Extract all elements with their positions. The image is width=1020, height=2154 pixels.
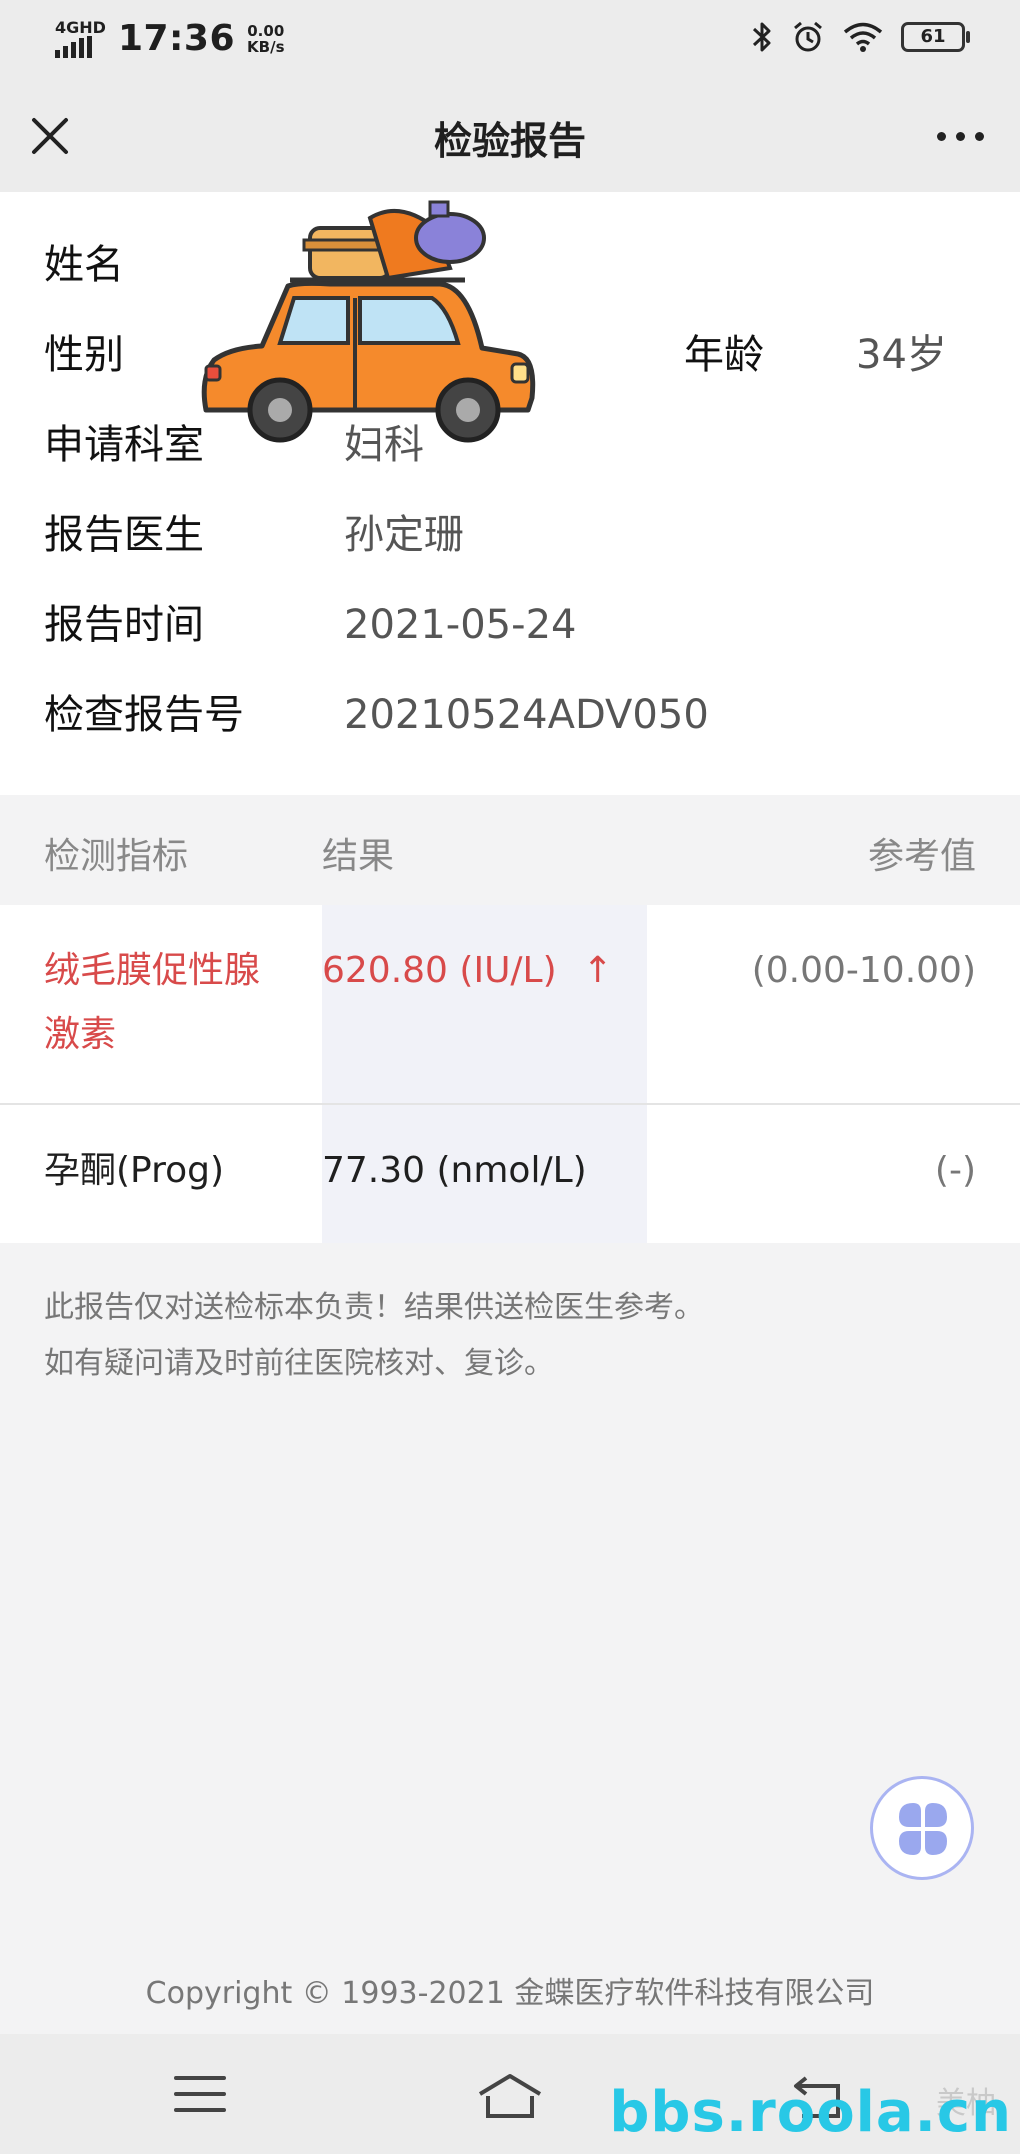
report-time-label: 报告时间 (44, 602, 204, 648)
gender-label: 性别 (44, 332, 124, 378)
nav-bar: 检验报告 (0, 80, 1020, 192)
indicator-name: 绒毛膜促性腺激素 (44, 950, 261, 1055)
high-arrow-icon: ↑ (582, 950, 613, 991)
signal-indicator: 4GHD (55, 17, 106, 58)
report-number-value: 20210524ADV050 (344, 692, 709, 738)
reference-value: (0.00-10.00) (751, 950, 976, 991)
header-indicator: 检测指标 (44, 836, 189, 877)
age-value: 34岁 (856, 332, 947, 378)
result-value: 77.30 (nmol/L) (322, 1139, 587, 1203)
reference-value: (-) (934, 1150, 976, 1191)
header-result: 结果 (322, 836, 395, 877)
speed-value: 0.00 (247, 21, 285, 40)
doctor-value: 孙定珊 (344, 512, 464, 558)
menu-icon[interactable] (174, 2072, 226, 2116)
signal-bars-icon (55, 35, 106, 58)
bluetooth-icon (752, 22, 771, 52)
report-number-label: 检查报告号 (44, 692, 244, 738)
doctor-label: 报告医生 (44, 512, 204, 558)
department-label: 申请科室 (44, 422, 204, 468)
note-line: 此报告仅对送检标本负责！结果供送检医生参考。 (44, 1290, 704, 1325)
report-time-value: 2021-05-24 (344, 602, 577, 648)
results-table-header: 检测指标 结果 参考值 (0, 795, 1020, 905)
page-title: 检验报告 (433, 119, 586, 163)
result-text: 620.80 (IU/L) (322, 950, 557, 991)
status-left: 4GHD 17:36 0.00 KB/s (55, 18, 285, 59)
floating-menu-button[interactable] (870, 1776, 974, 1880)
header-reference: 参考值 (867, 836, 976, 877)
network-type: 4GHD (55, 17, 106, 37)
network-speed: 0.00 KB/s (247, 23, 284, 55)
disclaimer-note: 此报告仅对送检标本负责！结果供送检医生参考。 如有疑问请及时前往医院核对、复诊。 (44, 1280, 704, 1392)
speed-unit: KB/s (247, 37, 285, 56)
table-row: 孕酮(Prog) 77.30 (nmol/L) (-) (0, 1105, 1020, 1243)
clover-grid-icon (899, 1803, 947, 1855)
result-text: 77.30 (nmol/L) (322, 1150, 587, 1191)
status-bar: 4GHD 17:36 0.00 KB/s 61 (0, 0, 1020, 80)
copyright-text: Copyright © 1993-2021 金蝶医疗软件科技有限公司 (145, 1976, 875, 2011)
name-label: 姓名 (44, 242, 124, 288)
battery-icon: 61 (901, 22, 970, 52)
clock: 17:36 (117, 18, 236, 59)
more-options-icon[interactable] (937, 132, 984, 141)
alarm-icon (794, 21, 822, 52)
home-icon[interactable] (476, 2072, 544, 2120)
table-row: 绒毛膜促性腺激素 620.80 (IU/L) ↑ (0.00-10.00) (0, 905, 1020, 1105)
age-label: 年龄 (684, 332, 764, 378)
note-line: 如有疑问请及时前往医院核对、复诊。 (44, 1346, 554, 1381)
results-table: 绒毛膜促性腺激素 620.80 (IU/L) ↑ (0.00-10.00) 孕酮(… (0, 905, 1020, 1243)
indicator-name: 孕酮(Prog) (44, 1150, 225, 1191)
site-watermark: bbs.roola.cn (609, 2080, 1012, 2145)
result-value: 620.80 (IU/L) ↑ (322, 939, 613, 1003)
car-sticker-image (201, 200, 536, 443)
wifi-icon (843, 22, 883, 52)
status-right: 61 (751, 20, 970, 54)
